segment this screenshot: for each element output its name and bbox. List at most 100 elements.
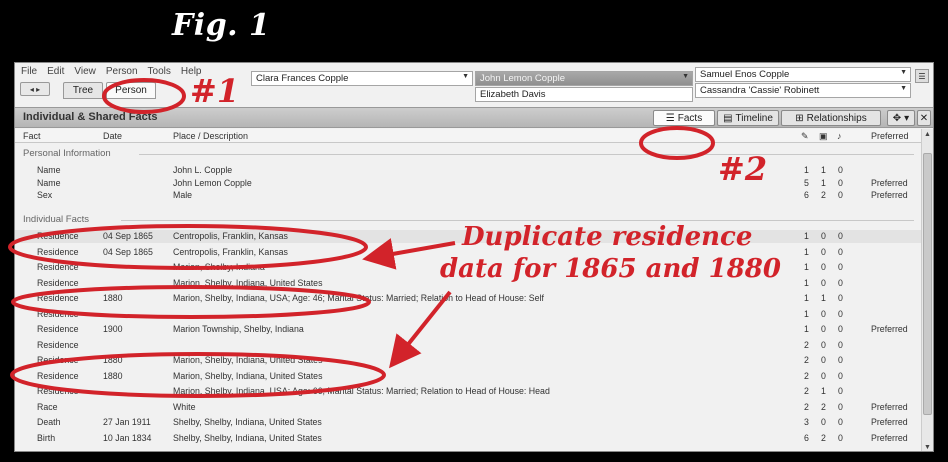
scrollbar-thumb[interactable] — [923, 153, 932, 415]
facts-view-button[interactable]: ☰ Facts — [653, 110, 715, 126]
fact-row[interactable]: Name John Lemon Copple 5 1 0 Preferred — [15, 177, 921, 190]
media-count: 0 — [821, 417, 826, 427]
current-person-dropdown[interactable]: Clara Frances Copple ▼ — [251, 71, 473, 86]
fact-row[interactable]: Residence 1880 Marion, Shelby, Indiana, US… — [15, 292, 921, 305]
fact-row[interactable]: Residence 1900 Marion Township, Shelby, In… — [15, 323, 921, 336]
fact-place: White — [173, 401, 196, 412]
fact-row[interactable]: Race White 2 2 0 Preferred — [15, 401, 921, 414]
scroll-down-icon[interactable]: ▼ — [924, 444, 931, 451]
father-name: John Lemon Copple — [480, 73, 566, 84]
fact-place: Marion, Shelby, Indiana — [173, 262, 265, 272]
figure-title: Fig. 1 — [172, 8, 271, 43]
source-count: 1 — [804, 324, 809, 334]
family-view-icon[interactable]: ☰ — [915, 69, 929, 83]
timeline-button-label: Timeline — [735, 112, 773, 124]
fact-row[interactable]: Name John L. Copple 1 1 0 — [15, 164, 921, 177]
note-count: 0 — [838, 246, 843, 257]
relationships-view-button[interactable]: ⊞ Relationships — [781, 110, 881, 126]
section-divider — [121, 220, 914, 221]
column-fact[interactable]: Fact — [23, 131, 41, 141]
fact-name: Residence — [37, 277, 79, 288]
fact-row[interactable]: Residence Marion, Shelby, Indiana 1 0 0 — [15, 261, 921, 274]
menu-edit[interactable]: Edit — [47, 66, 64, 77]
mother-name: Elizabeth Davis — [480, 89, 546, 100]
add-fact-button[interactable]: ✥ ▾ — [887, 110, 915, 126]
timeline-view-button[interactable]: ▤ Timeline — [717, 110, 779, 126]
menu-bar: File Edit View Person Tools Help — [21, 66, 201, 77]
media-count: 0 — [821, 246, 826, 257]
preferred-flag: Preferred — [871, 432, 908, 443]
preferred-flag: Preferred — [871, 177, 908, 188]
fact-name: Residence — [37, 293, 79, 303]
fact-name: Residence — [37, 308, 79, 319]
close-icon: ✕ — [919, 112, 929, 124]
source-count: 1 — [804, 231, 809, 241]
fact-name: Residence — [37, 386, 79, 396]
media-count-icon[interactable]: ▣ — [819, 131, 828, 142]
fact-row[interactable]: Birth 10 Jan 1834 Shelby, Shelby, Indiana,… — [15, 432, 921, 445]
fact-row[interactable]: Residence Marion, Shelby, Indiana, USA; A… — [15, 385, 921, 398]
fact-name: Name — [37, 165, 61, 175]
menu-view[interactable]: View — [74, 66, 96, 77]
app-window: File Edit View Person Tools Help ◂ ▸ Tre… — [14, 62, 934, 452]
fact-date: 1880 — [103, 370, 123, 381]
facts-panel-header: Individual & Shared Facts ☰ Facts ▤ Timeli… — [15, 107, 933, 128]
fact-row[interactable]: Residence 1880 Marion, Shelby, Indiana, Un… — [15, 370, 921, 383]
fact-place: Shelby, Shelby, Indiana, United States — [173, 417, 322, 427]
facts-table-header: Fact Date Place / Description ✎ ▣ ♪ Pref… — [15, 129, 933, 143]
tab-person[interactable]: Person — [106, 82, 156, 99]
fact-row[interactable]: Death 27 Jan 1911 Shelby, Shelby, Indiana,… — [15, 416, 921, 429]
column-date[interactable]: Date — [103, 131, 122, 141]
fact-name: Residence — [37, 355, 79, 365]
fact-place: Marion, Shelby, Indiana, United States — [173, 277, 323, 288]
preferred-flag: Preferred — [871, 190, 908, 200]
grandmother-dropdown[interactable]: Cassandra 'Cassie' Robinett ▼ — [695, 83, 911, 98]
relationships-button-label: Relationships — [806, 112, 867, 124]
column-preferred[interactable]: Preferred — [871, 131, 909, 141]
source-count: 3 — [804, 417, 809, 427]
tab-tree[interactable]: Tree — [63, 82, 103, 99]
mother-field[interactable]: Elizabeth Davis — [475, 87, 693, 102]
fact-name: Sex — [37, 190, 53, 200]
source-count-icon[interactable]: ✎ — [801, 131, 809, 142]
note-count: 0 — [838, 165, 843, 175]
current-person-name: Clara Frances Copple — [256, 73, 349, 84]
media-count: 2 — [821, 432, 826, 443]
media-count: 0 — [821, 231, 826, 241]
column-place[interactable]: Place / Description — [173, 131, 248, 141]
menu-help[interactable]: Help — [181, 66, 202, 77]
media-count: 1 — [821, 165, 826, 175]
source-count: 1 — [804, 308, 809, 319]
media-count: 2 — [821, 401, 826, 412]
back-forward-buttons[interactable]: ◂ ▸ — [20, 82, 50, 96]
menu-person[interactable]: Person — [106, 66, 138, 77]
fact-name: Race — [37, 401, 58, 412]
fact-row[interactable]: Residence Marion, Shelby, Indiana, United… — [15, 277, 921, 290]
media-count: 1 — [821, 293, 826, 303]
fact-row[interactable]: Sex Male 6 2 0 Preferred — [15, 189, 921, 202]
close-panel-button[interactable]: ✕ — [917, 110, 931, 126]
media-count: 0 — [821, 277, 826, 288]
fact-row[interactable]: Residence 1880 Marion, Shelby, Indiana, Un… — [15, 354, 921, 367]
media-count: 0 — [821, 355, 826, 365]
menu-file[interactable]: File — [21, 66, 37, 77]
fact-row[interactable]: Residence 1 0 0 — [15, 308, 921, 321]
fact-row[interactable]: Residence 04 Sep 1865 Centropolis, Frankli… — [15, 230, 921, 243]
father-dropdown[interactable]: John Lemon Copple ▼ — [475, 71, 693, 86]
section-divider — [139, 154, 914, 155]
scroll-up-icon[interactable]: ▲ — [924, 131, 931, 138]
fact-name: Residence — [37, 370, 79, 381]
vertical-scrollbar[interactable]: ▲ ▼ — [921, 129, 933, 451]
note-count-icon[interactable]: ♪ — [837, 131, 842, 141]
fact-place: John Lemon Copple — [173, 177, 252, 188]
fact-row[interactable]: Residence 2 0 0 — [15, 339, 921, 352]
grandfather-dropdown[interactable]: Samuel Enos Copple ▼ — [695, 67, 911, 82]
note-count: 0 — [838, 177, 843, 188]
section-personal-information: Personal Information — [23, 148, 111, 159]
source-count: 2 — [804, 339, 809, 350]
list-icon: ☰ — [665, 112, 675, 124]
fact-row[interactable]: Residence 04 Sep 1865 Centropolis, Frankli… — [15, 246, 921, 259]
chevron-down-icon: ▼ — [900, 85, 907, 92]
menu-tools[interactable]: Tools — [148, 66, 171, 77]
fact-date: 04 Sep 1865 — [103, 246, 153, 257]
